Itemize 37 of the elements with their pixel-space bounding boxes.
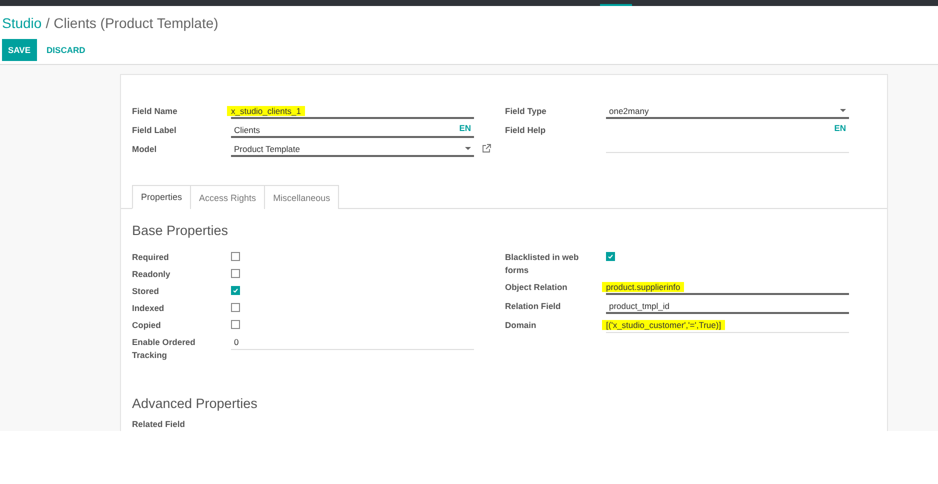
field-label: Object Relation [505,281,568,294]
field-label: Readonly [132,268,172,281]
field-label: Stored [132,285,160,298]
field-label: Related Field [132,418,186,431]
tab[interactable]: Access Rights [190,185,266,209]
checkbox[interactable] [231,320,240,329]
field-label: Field Help [505,124,547,137]
page-title: Clients (Product Template) [54,15,218,31]
field-label: Required [132,251,170,264]
field-label: Enable Ordered Tracking [132,336,196,362]
field-label: Model [132,143,158,156]
input-field[interactable]: 0 [231,335,474,350]
checkbox[interactable] [231,286,240,295]
select-field[interactable]: one2many [606,104,849,119]
tab[interactable]: Miscellaneous [264,185,340,209]
external-link-icon[interactable] [482,144,491,153]
select-field[interactable]: Product Template [231,142,474,157]
checkbox[interactable] [606,252,615,261]
section-title: Base Properties [132,223,230,238]
input-field[interactable]: product_tmpl_id [606,299,849,314]
field-label: Field Label [132,124,178,137]
field-label: Relation Field [505,300,562,313]
checkbox[interactable] [231,303,240,312]
field-label: Field Name [132,105,178,118]
tab[interactable]: Properties [132,185,192,209]
field-label: Domain [505,319,538,332]
field-label: Blacklisted in web forms [505,251,580,277]
breadcrumb-separator: / [46,15,50,31]
section-title: Advanced Properties [132,396,258,411]
checkbox[interactable] [231,252,240,261]
field-label: Copied [132,319,162,332]
field-label: Indexed [132,302,166,315]
caret-icon [465,147,471,150]
field-label: Field Type [505,105,548,118]
input-field[interactable]: Clients EN [231,123,474,138]
caret-icon [840,109,846,112]
checkbox[interactable] [231,269,240,278]
